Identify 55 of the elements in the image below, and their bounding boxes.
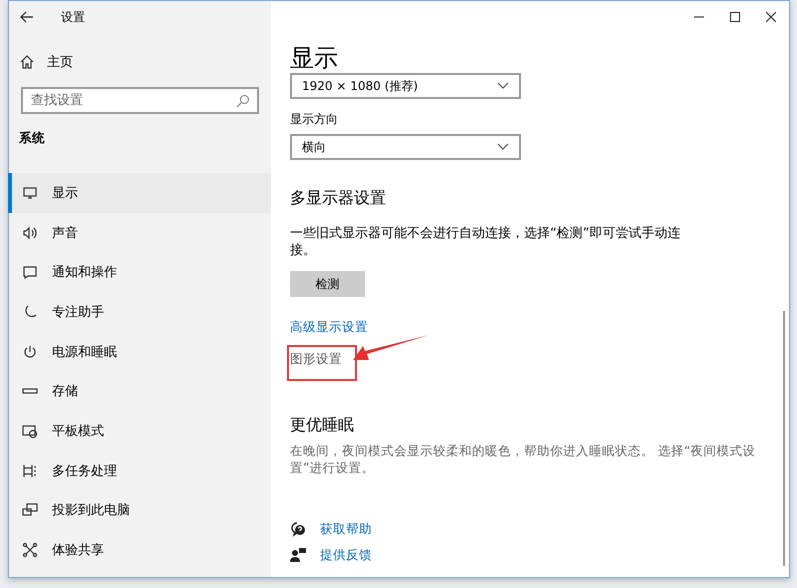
feedback-icon bbox=[290, 547, 306, 563]
sidebar-item[interactable]: 电源和睡眠 bbox=[8, 332, 271, 372]
description-text: 在晚间，夜间模式会显示较柔和的暖色，帮助你进入睡眠状态。 选择“夜间模式设置”进行设置。 bbox=[290, 442, 756, 476]
description-text: 一些旧式显示器可能不会进行自动连接，选择“检测”即可尝试手动连接。 bbox=[290, 225, 682, 259]
sidebar-item[interactable]: 通知和操作 bbox=[8, 252, 271, 292]
close-icon bbox=[766, 12, 776, 22]
help-link[interactable]: 提供反馈 bbox=[320, 546, 372, 564]
multitask-icon bbox=[22, 462, 38, 479]
orientation-dropdown[interactable]: 横向 bbox=[290, 134, 521, 160]
sidebar-label: 投影到此电脑 bbox=[52, 502, 130, 520]
back-arrow-icon bbox=[19, 9, 35, 25]
chevron-icon bbox=[497, 143, 509, 151]
section-heading: 系统 bbox=[19, 130, 46, 147]
help-link[interactable]: 获取帮助 bbox=[320, 520, 372, 538]
settings-link[interactable]: 高级显示设置 bbox=[290, 319, 368, 336]
chevron-icon bbox=[497, 82, 509, 90]
tablet-icon bbox=[22, 422, 38, 439]
power-icon bbox=[22, 344, 38, 360]
page-title: 显示 bbox=[290, 43, 339, 73]
monitor-icon bbox=[22, 184, 38, 201]
help-icon bbox=[290, 521, 306, 537]
sidebar-label: 存储 bbox=[52, 383, 78, 400]
window-title: 设置 bbox=[61, 8, 85, 26]
message-icon bbox=[22, 264, 38, 280]
search-icon bbox=[236, 94, 250, 108]
sidebar-label: 体验共享 bbox=[52, 542, 104, 560]
back-button[interactable] bbox=[19, 9, 35, 25]
search-field[interactable]: 查找设置 bbox=[21, 87, 259, 114]
sidebar-item[interactable]: 体验共享 bbox=[8, 530, 271, 570]
sidebar-item[interactable]: 投影到此电脑 bbox=[8, 490, 271, 530]
sidebar-item[interactable]: 多任务处理 bbox=[8, 450, 271, 490]
home-link[interactable]: 主页 bbox=[47, 53, 73, 71]
sidebar-label: 电源和睡眠 bbox=[52, 344, 117, 361]
speaker-icon bbox=[22, 224, 38, 241]
field-label: 显示方向 bbox=[290, 111, 339, 128]
maximize-icon bbox=[730, 12, 740, 22]
resolution-dropdown[interactable]: 1920 × 1080 (推荐) bbox=[290, 73, 521, 99]
sidebar-label: 专注助手 bbox=[52, 304, 104, 321]
sidebar-item[interactable]: 专注助手 bbox=[8, 292, 271, 332]
sidebar-label: 平板模式 bbox=[52, 422, 104, 440]
sidebar-item[interactable]: 声音 bbox=[8, 212, 271, 252]
sidebar-item[interactable]: 存储 bbox=[8, 371, 271, 412]
projector-icon bbox=[22, 502, 38, 518]
section-heading: 更优睡眠 bbox=[290, 415, 355, 436]
settings-link[interactable]: 图形设置 bbox=[290, 351, 342, 368]
section-heading: 多显示器设置 bbox=[290, 188, 387, 209]
share-icon bbox=[22, 542, 38, 558]
sidebar-item[interactable]: 平板模式 bbox=[8, 411, 271, 451]
sidebar-label: 显示 bbox=[52, 184, 78, 202]
detect-button[interactable]: 检测 bbox=[290, 271, 365, 297]
sidebar-label: 多任务处理 bbox=[52, 462, 117, 480]
sidebar-item[interactable]: 显示 bbox=[8, 173, 271, 213]
home-icon bbox=[19, 54, 35, 70]
sidebar-label: 通知和操作 bbox=[52, 264, 117, 282]
sidebar-label: 声音 bbox=[52, 224, 78, 242]
